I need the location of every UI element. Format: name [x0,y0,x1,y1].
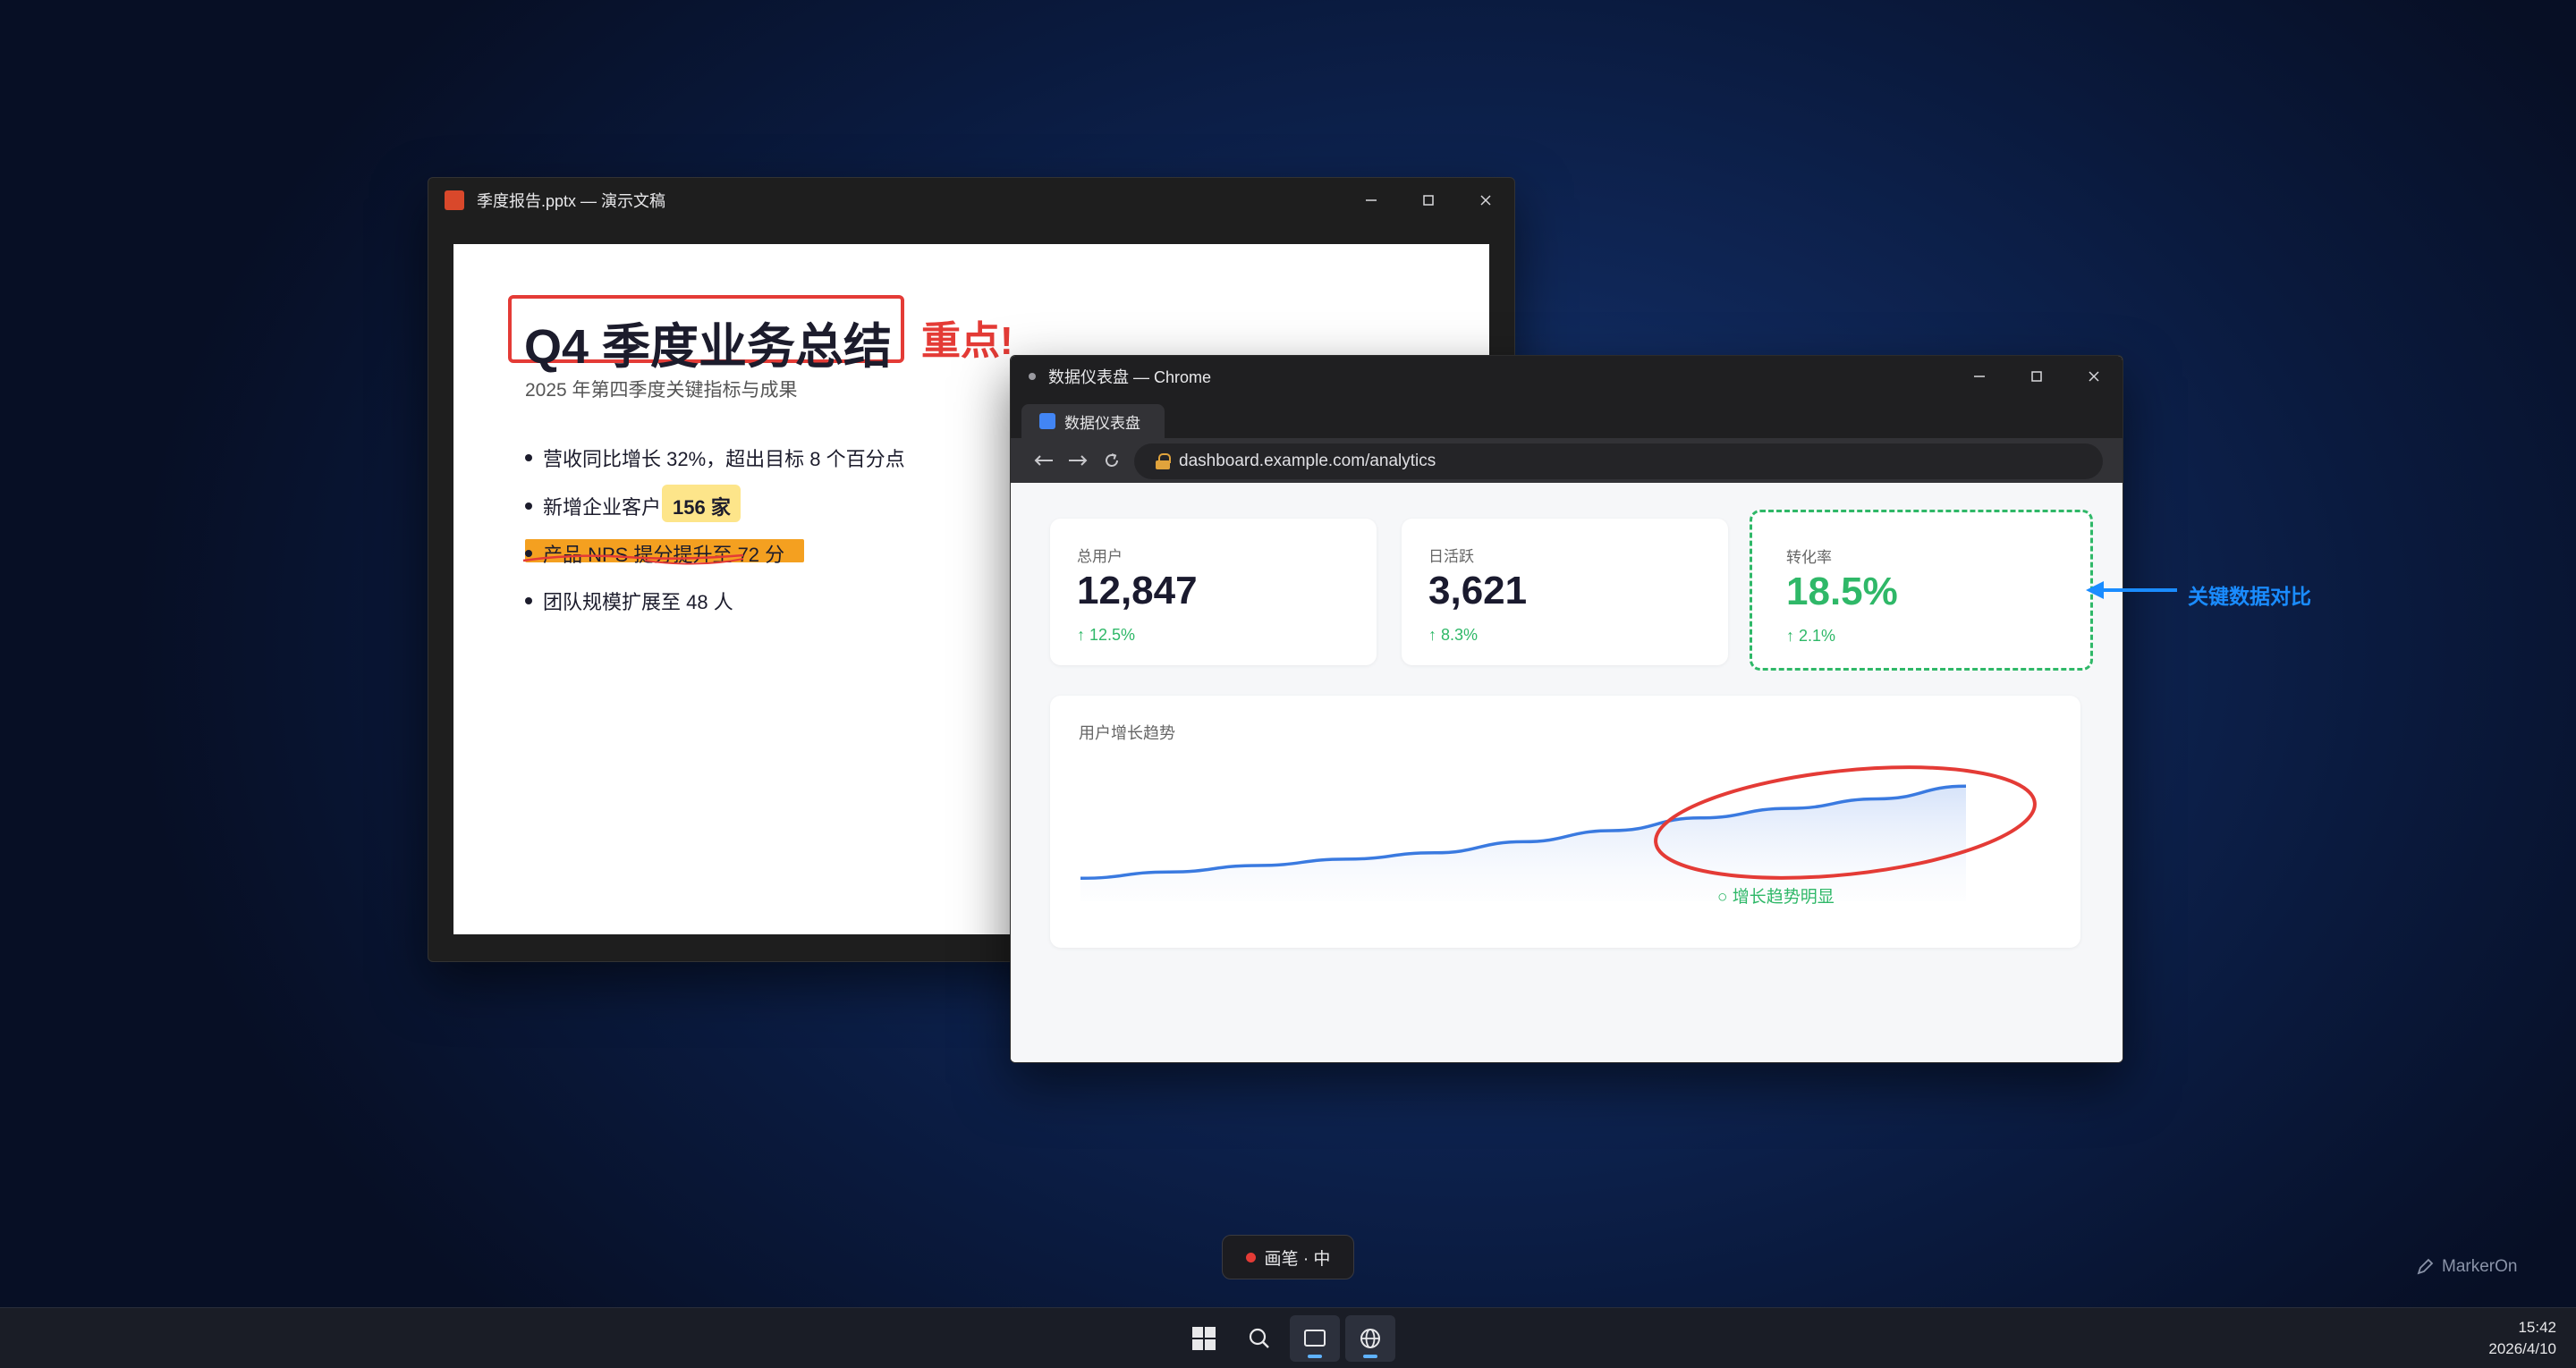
clock-time: 15:42 [2518,1319,2556,1336]
close-button[interactable] [1457,178,1514,223]
bullet-dot [525,454,532,461]
minimize-button[interactable] [1343,178,1400,223]
forward-button[interactable] [1061,443,1095,477]
close-button[interactable] [2065,356,2123,397]
arrow-left-icon [1034,455,1053,466]
start-button[interactable] [1179,1315,1229,1362]
minimize-icon [1974,376,1985,377]
emphasis-annotation: 重点! [921,319,1013,363]
arrow-annotation-label: 关键数据对比 [2188,585,2311,608]
card-value: 18.5% [1786,570,1898,613]
address-bar[interactable]: dashboard.example.com/analytics [1134,443,2103,479]
dashboard-page: 总用户 12,847 ↑ 12.5% 日活跃 3,621 ↑ 8.3% 转化率 … [1011,483,2123,1062]
chrome-window-controls [1951,356,2123,397]
slide-title[interactable]: Q4 季度业务总结 [524,307,892,377]
stat-card-daily-active[interactable]: 日活跃 3,621 ↑ 8.3% [1402,519,1728,665]
marker-pen-icon [2417,1258,2434,1275]
window-app-icon [1304,1330,1326,1347]
bullet-item[interactable]: 团队规模扩展至 48 人 [525,587,733,615]
chrome-app-icon [1029,373,1036,380]
close-icon [2089,371,2099,382]
system-clock[interactable]: 15:42 2026/4/10 [2488,1317,2556,1360]
watermark-text: MarkerOn [2442,1257,2518,1276]
pen-tool-label: 画笔 · 中 [1264,1249,1331,1269]
clock-date: 2026/4/10 [2488,1340,2556,1357]
bullet-text: 营收同比增长 32%，超出目标 8 个百分点 [543,448,905,470]
card-delta: ↑ 8.3% [1428,626,1479,644]
red-underline-scribble [522,553,744,565]
highlighted-value: 156 家 [673,496,731,519]
reload-icon [1106,453,1118,467]
running-indicator [1363,1355,1377,1358]
bullet-item[interactable]: 营收同比增长 32%，超出目标 8 个百分点 [525,443,905,472]
stat-card-conversion[interactable]: 转化率 18.5% ↑ 2.1% [1750,510,2093,671]
chrome-window-title: 数据仪表盘 — Chrome [1048,368,1212,386]
close-icon [1480,195,1491,206]
minimize-button[interactable] [1951,356,2008,397]
bullet-text: 新增企业客户 [543,496,662,519]
search-icon [1249,1328,1269,1348]
url-text: dashboard.example.com/analytics [1179,452,1436,470]
card-label: 日活跃 [1428,548,1474,565]
bullet-item[interactable]: 新增企业客户 [525,492,661,520]
chart-card[interactable]: 用户增长趋势 ○ 增长趋势明显 [1050,696,2080,948]
slide-subtitle[interactable]: 2025 年第四季度关键指标与成果 [525,376,798,402]
bullet-text: 团队规模扩展至 48 人 [543,591,733,613]
ppt-window-controls [1343,178,1514,223]
minimize-icon [1366,199,1377,201]
bullet-dot [525,502,532,510]
ppt-window-title: 季度报告.pptx — 演示文稿 [477,192,666,210]
taskbar-browser-app[interactable] [1345,1315,1395,1362]
tab-label: 数据仪表盘 [1064,414,1140,432]
reload-button[interactable] [1095,443,1129,477]
tab-strip: 数据仪表盘 [1011,397,2123,438]
bullet-dot [525,597,532,604]
pen-color-dot [1245,1252,1256,1262]
maximize-icon [1423,195,1434,206]
taskbar-search-button[interactable] [1234,1315,1284,1362]
windows-logo-icon [1192,1327,1216,1350]
maximize-button[interactable] [2008,356,2065,397]
maximize-button[interactable] [1400,178,1457,223]
powerpoint-app-icon [445,190,464,210]
running-indicator [1308,1355,1322,1358]
chart-annotation-note: ○ 增长趋势明显 [1717,888,1835,907]
card-label: 转化率 [1786,549,1832,566]
arrow-right-icon [1069,455,1088,466]
taskbar-presentation-app[interactable] [1290,1315,1340,1362]
watermark: MarkerOn [2415,1257,2517,1277]
chart-title: 用户增长趋势 [1079,724,1175,742]
pen-tool-indicator[interactable]: 画笔 · 中 [1222,1235,1354,1279]
lock-icon [1156,453,1171,469]
taskbar: 15:42 2026/4/10 [0,1307,2576,1368]
back-button[interactable] [1027,443,1061,477]
stat-card-total-users[interactable]: 总用户 12,847 ↑ 12.5% [1050,519,1377,665]
blue-arrow-annotation [2086,581,2177,599]
card-delta: ↑ 2.1% [1786,627,1836,645]
card-delta: ↑ 12.5% [1077,626,1136,644]
chrome-window[interactable]: 数据仪表盘 — Chrome 数据仪表盘 dashboard.example.c… [1010,355,2123,1063]
card-label: 总用户 [1077,548,1123,565]
maximize-icon [2031,371,2042,382]
globe-icon [1360,1329,1380,1348]
tab-dashboard[interactable]: 数据仪表盘 [1021,404,1165,438]
tab-favicon [1039,413,1055,429]
card-value: 3,621 [1428,569,1528,612]
browser-toolbar: dashboard.example.com/analytics [1011,438,2123,483]
card-value: 12,847 [1077,569,1198,612]
growth-chart[interactable] [1080,758,1966,901]
